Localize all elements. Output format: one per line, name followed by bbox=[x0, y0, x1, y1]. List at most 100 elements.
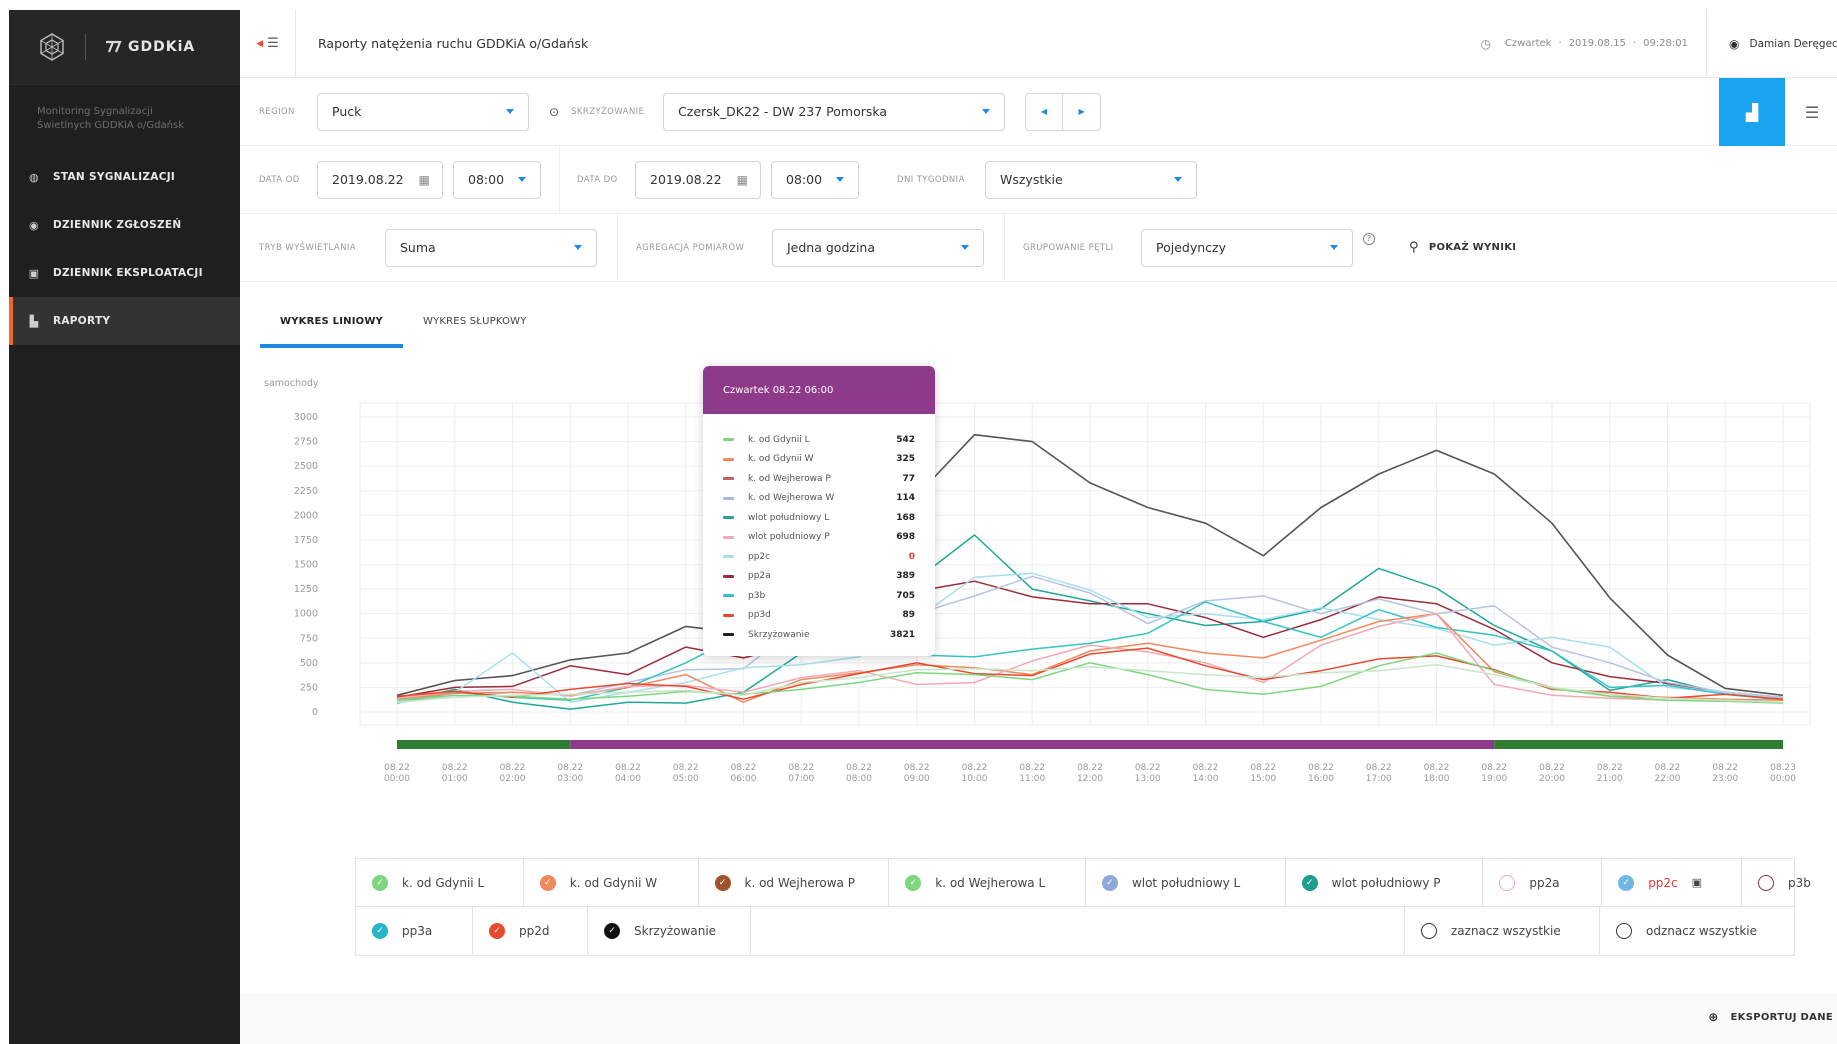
tooltip-body: k. od Gdynii L 542 k. od Gdynii W 325 k. od … bbox=[703, 414, 935, 645]
chevron-right-icon: ▶ bbox=[1078, 107, 1085, 116]
alert-icon: ◉ bbox=[29, 218, 39, 232]
list-view-button[interactable]: ☰ bbox=[1787, 78, 1837, 146]
checkbox-checked-icon: ✓ bbox=[372, 923, 388, 939]
sidebar-item-label: STAN SYGNALIZACJI bbox=[53, 171, 176, 183]
legend-item[interactable]: ✓ k. od Gdynii L bbox=[356, 859, 524, 906]
sidebar-item-stan-sygnalizacji[interactable]: ◍ STAN SYGNALIZACJI bbox=[9, 153, 240, 201]
loop-grouping-select[interactable]: Pojedynczy bbox=[1141, 228, 1353, 267]
tooltip-series-name: Skrzyżowanie bbox=[748, 629, 810, 640]
export-data-button[interactable]: ⊕ EKSPORTUJ DANE bbox=[1708, 1010, 1833, 1024]
x-tick-label: 08.22 02:00 bbox=[500, 763, 526, 784]
filter-row-display: TRYB WYŚWIETLANIA Suma AGREGACJA POMIARÓ… bbox=[240, 213, 1837, 282]
x-tick-label: 08.22 13:00 bbox=[1135, 763, 1161, 784]
chart-tabs: WYKRES LINIOWY WYKRES SŁUPKOWY bbox=[260, 295, 547, 348]
y-tick-label: 1500 bbox=[294, 560, 318, 571]
legend-item[interactable]: pp2a bbox=[1483, 859, 1603, 906]
region-label: REGION bbox=[259, 106, 295, 117]
sidebar-item-label: DZIENNIK ZGŁOSZEŃ bbox=[53, 219, 182, 231]
datetime-day: Czwartek bbox=[1504, 38, 1552, 49]
menu-toggle-button[interactable]: ◀ ☰ bbox=[240, 10, 296, 77]
chevron-down-icon bbox=[506, 108, 514, 114]
bar-chart-icon: ▙ bbox=[29, 314, 39, 328]
aggregation-select[interactable]: Jedna godzina bbox=[772, 228, 984, 267]
show-results-button[interactable]: ⚲ POKAŻ WYNIKI bbox=[1409, 240, 1516, 255]
series-swatch bbox=[723, 633, 734, 637]
x-tick-label: 08.23 00:00 bbox=[1770, 763, 1796, 784]
legend-item[interactable]: ✓ k. od Gdynii W bbox=[524, 859, 699, 906]
intersection-select[interactable]: Czersk_DK22 - DW 237 Pomorska bbox=[663, 92, 1006, 131]
weekdays-select[interactable]: Wszystkie bbox=[985, 160, 1197, 199]
legend-item[interactable]: ✓ Skrzyżowanie bbox=[588, 907, 751, 955]
date-from-value: 2019.08.22 bbox=[332, 172, 404, 187]
user-menu[interactable]: ◉ Damian Deręgecki bbox=[1707, 37, 1837, 51]
checkbox-unchecked-icon bbox=[1758, 874, 1774, 891]
tooltip-row: wlot południowy P 698 bbox=[723, 528, 915, 548]
legend-item[interactable]: ✓ pp2c ▣ bbox=[1602, 859, 1742, 906]
prev-intersection-button[interactable]: ◀ bbox=[1025, 92, 1064, 131]
tooltip-series-value: 705 bbox=[896, 590, 915, 601]
x-tick-label: 08.22 16:00 bbox=[1308, 763, 1334, 784]
chevron-down-icon bbox=[961, 244, 969, 250]
series-swatch bbox=[723, 457, 734, 461]
show-results-label: POKAŻ WYNIKI bbox=[1428, 242, 1517, 253]
tab-line-chart[interactable]: WYKRES LINIOWY bbox=[260, 295, 403, 348]
x-tick-label: 08.22 21:00 bbox=[1597, 763, 1623, 784]
x-tick-label: 08.22 04:00 bbox=[615, 763, 641, 784]
legend-item[interactable]: ✓ k. od Wejherowa P bbox=[699, 859, 890, 906]
legend-item[interactable]: ✓ pp3a bbox=[356, 907, 473, 955]
time-from-select[interactable]: 08:00 bbox=[453, 160, 541, 199]
sidebar-subtitle: Monitoring Sygnalizacji Świetlnych GDDKi… bbox=[9, 85, 240, 153]
legend-item[interactable]: ✓ pp2d bbox=[473, 907, 588, 955]
line-chart: samochody 0 250 500 750 1000 1250 1500 1750 2000… bbox=[260, 370, 1820, 845]
x-tick-label: 08.22 06:00 bbox=[731, 763, 757, 784]
display-mode-label: TRYB WYŚWIETLANIA bbox=[259, 242, 356, 253]
checkbox-checked-icon: ✓ bbox=[905, 874, 922, 891]
time-from-value: 08:00 bbox=[468, 172, 505, 187]
sidebar-item-raporty[interactable]: ▙ RAPORTY bbox=[9, 297, 240, 345]
legend-item[interactable]: ✓ k. od Wejherowa L bbox=[889, 859, 1086, 906]
x-axis-ticks: 08.22 00:00 08.22 01:00 08.22 02:00 08.22 03:00… bbox=[384, 763, 1796, 784]
legend-label: wlot południowy P bbox=[1331, 875, 1441, 890]
series-swatch bbox=[723, 516, 734, 520]
series-swatch bbox=[723, 535, 734, 539]
select-all-button[interactable]: zaznacz wszystkie bbox=[1405, 907, 1600, 955]
y-axis-label: samochody bbox=[264, 378, 319, 389]
x-tick-label: 08.22 12:00 bbox=[1077, 763, 1103, 784]
calendar-icon: ▦ bbox=[736, 172, 748, 187]
legend-label: pp3a bbox=[402, 924, 433, 938]
export-label: EKSPORTUJ DANE bbox=[1730, 1011, 1833, 1023]
tooltip-series-value: 698 bbox=[896, 532, 915, 543]
checkbox-checked-icon: ✓ bbox=[489, 923, 505, 939]
loop-grouping-label: GRUPOWANIE PĘTLI bbox=[1023, 242, 1114, 253]
bar-chart-icon: ▟ bbox=[1745, 102, 1759, 122]
next-intersection-button[interactable]: ▶ bbox=[1063, 92, 1102, 131]
sidebar-item-dziennik-eksploatacji[interactable]: ▣ DZIENNIK EKSPLOATACJI bbox=[9, 249, 240, 297]
tooltip-series-value: 542 bbox=[896, 434, 915, 445]
legend-item[interactable]: ✓ wlot południowy P bbox=[1286, 859, 1484, 906]
datetime-sep-2: · bbox=[1632, 38, 1637, 49]
sidebar-item-dziennik-zgloszen[interactable]: ◉ DZIENNIK ZGŁOSZEŃ bbox=[9, 201, 240, 249]
legend-item[interactable]: ✓ wlot południowy L bbox=[1086, 859, 1286, 906]
region-select[interactable]: Puck bbox=[317, 92, 529, 131]
x-tick-label: 08.22 03:00 bbox=[557, 763, 583, 784]
deselect-all-button[interactable]: odznacz wszystkie bbox=[1600, 907, 1794, 955]
help-icon[interactable]: ? bbox=[1363, 232, 1375, 245]
tooltip-series-name: pp2c bbox=[748, 551, 771, 562]
time-to-select[interactable]: 08:00 bbox=[771, 160, 859, 199]
subtitle-line-1: Monitoring Sygnalizacji bbox=[37, 106, 153, 117]
tab-bar-chart[interactable]: WYKRES SŁUPKOWY bbox=[403, 295, 547, 347]
tooltip-series-name: wlot południowy P bbox=[748, 532, 830, 543]
legend-label: Skrzyżowanie bbox=[634, 924, 717, 938]
sidebar-item-label: DZIENNIK EKSPLOATACJI bbox=[53, 267, 203, 279]
calendar-icon: ▦ bbox=[418, 172, 430, 187]
legend-label: pp2a bbox=[1529, 875, 1560, 890]
legend-item[interactable]: p3b bbox=[1742, 859, 1811, 906]
x-tick-label: 08.22 08:00 bbox=[846, 763, 872, 784]
time-to-value: 08:00 bbox=[786, 172, 823, 187]
chart-view-button[interactable]: ▟ bbox=[1719, 78, 1785, 146]
legend-label: k. od Gdynii L bbox=[402, 875, 485, 890]
date-from-picker[interactable]: 2019.08.22 ▦ bbox=[317, 160, 443, 199]
date-to-picker[interactable]: 2019.08.22 ▦ bbox=[635, 160, 761, 199]
y-tick-label: 1750 bbox=[294, 535, 318, 546]
display-mode-select[interactable]: Suma bbox=[385, 228, 597, 267]
